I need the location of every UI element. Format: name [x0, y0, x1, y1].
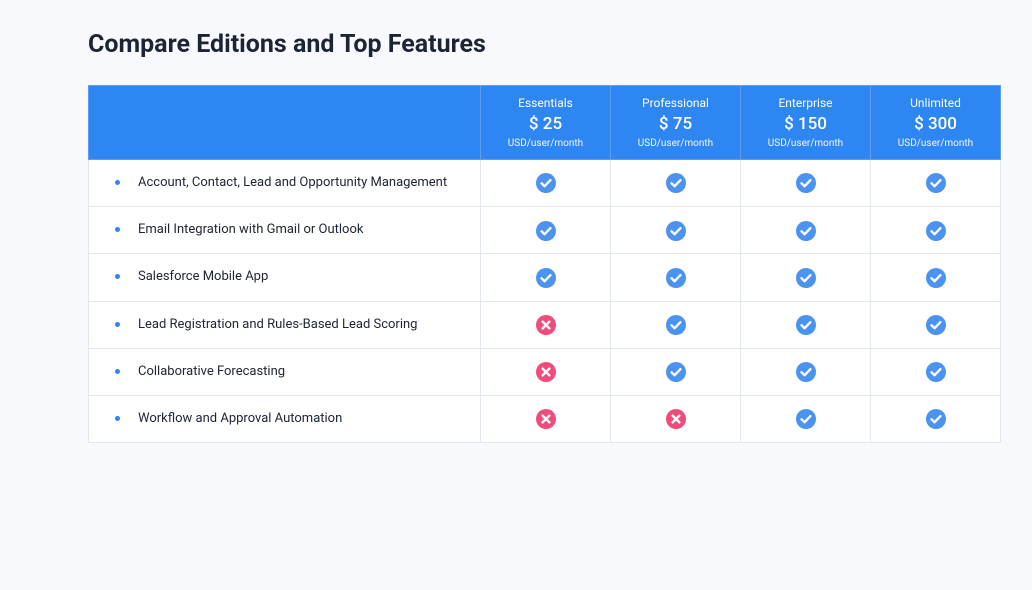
mark-cell — [871, 301, 1001, 348]
plan-unit: USD/user/month — [745, 138, 866, 149]
bullet-icon — [115, 180, 120, 185]
checkmark-icon — [926, 268, 946, 288]
plan-name: Enterprise — [745, 96, 866, 110]
plan-price: $ 75 — [615, 114, 736, 134]
mark-cell — [481, 395, 611, 442]
mark-cell — [611, 348, 741, 395]
mark-cell — [481, 207, 611, 254]
checkmark-icon — [796, 362, 816, 382]
checkmark-icon — [926, 362, 946, 382]
checkmark-icon — [926, 173, 946, 193]
feature-cell: Collaborative Forecasting — [89, 348, 481, 395]
cross-icon — [536, 362, 556, 382]
feature-label: Email Integration with Gmail or Outlook — [138, 221, 363, 239]
table-header-row: Essentials $ 25 USD/user/month Professio… — [89, 86, 1001, 160]
table-row: Collaborative Forecasting — [89, 348, 1001, 395]
bullet-icon — [115, 416, 120, 421]
mark-cell — [741, 160, 871, 207]
plan-header-enterprise: Enterprise $ 150 USD/user/month — [741, 86, 871, 160]
checkmark-icon — [796, 221, 816, 241]
header-blank — [89, 86, 481, 160]
plan-header-professional: Professional $ 75 USD/user/month — [611, 86, 741, 160]
mark-cell — [871, 348, 1001, 395]
mark-cell — [871, 254, 1001, 301]
mark-cell — [871, 207, 1001, 254]
plan-price: $ 150 — [745, 114, 866, 134]
checkmark-icon — [926, 221, 946, 241]
mark-cell — [871, 395, 1001, 442]
checkmark-icon — [926, 409, 946, 429]
table-row: Salesforce Mobile App — [89, 254, 1001, 301]
feature-cell: Lead Registration and Rules-Based Lead S… — [89, 301, 481, 348]
feature-label: Workflow and Approval Automation — [138, 410, 342, 428]
plan-unit: USD/user/month — [615, 138, 736, 149]
plan-price: $ 300 — [875, 114, 996, 134]
feature-label: Lead Registration and Rules-Based Lead S… — [138, 316, 417, 334]
mark-cell — [741, 207, 871, 254]
comparison-table: Essentials $ 25 USD/user/month Professio… — [88, 85, 1001, 443]
cross-icon — [536, 409, 556, 429]
plan-header-essentials: Essentials $ 25 USD/user/month — [481, 86, 611, 160]
plan-name: Essentials — [485, 96, 606, 110]
bullet-icon — [115, 322, 120, 327]
feature-cell: Email Integration with Gmail or Outlook — [89, 207, 481, 254]
feature-label: Salesforce Mobile App — [138, 268, 268, 286]
feature-cell: Workflow and Approval Automation — [89, 395, 481, 442]
mark-cell — [481, 254, 611, 301]
checkmark-icon — [796, 409, 816, 429]
plan-unit: USD/user/month — [875, 138, 996, 149]
table-row: Account, Contact, Lead and Opportunity M… — [89, 160, 1001, 207]
mark-cell — [611, 254, 741, 301]
mark-cell — [611, 160, 741, 207]
feature-cell: Account, Contact, Lead and Opportunity M… — [89, 160, 481, 207]
mark-cell — [481, 348, 611, 395]
checkmark-icon — [536, 268, 556, 288]
checkmark-icon — [666, 362, 686, 382]
checkmark-icon — [536, 221, 556, 241]
plan-price: $ 25 — [485, 114, 606, 134]
checkmark-icon — [666, 315, 686, 335]
checkmark-icon — [926, 315, 946, 335]
mark-cell — [741, 254, 871, 301]
feature-label: Account, Contact, Lead and Opportunity M… — [138, 174, 447, 192]
bullet-icon — [115, 227, 120, 232]
checkmark-icon — [666, 268, 686, 288]
plan-name: Professional — [615, 96, 736, 110]
checkmark-icon — [666, 173, 686, 193]
feature-cell: Salesforce Mobile App — [89, 254, 481, 301]
mark-cell — [871, 160, 1001, 207]
feature-label: Collaborative Forecasting — [138, 363, 285, 381]
mark-cell — [481, 301, 611, 348]
plan-header-unlimited: Unlimited $ 300 USD/user/month — [871, 86, 1001, 160]
cross-icon — [666, 409, 686, 429]
checkmark-icon — [536, 173, 556, 193]
table-row: Lead Registration and Rules-Based Lead S… — [89, 301, 1001, 348]
cross-icon — [536, 315, 556, 335]
mark-cell — [611, 301, 741, 348]
mark-cell — [481, 160, 611, 207]
plan-unit: USD/user/month — [485, 138, 606, 149]
page-title: Compare Editions and Top Features — [88, 30, 972, 59]
checkmark-icon — [796, 173, 816, 193]
checkmark-icon — [796, 315, 816, 335]
checkmark-icon — [666, 221, 686, 241]
table-row: Email Integration with Gmail or Outlook — [89, 207, 1001, 254]
mark-cell — [741, 348, 871, 395]
mark-cell — [611, 395, 741, 442]
mark-cell — [741, 395, 871, 442]
bullet-icon — [115, 274, 120, 279]
table-row: Workflow and Approval Automation — [89, 395, 1001, 442]
mark-cell — [741, 301, 871, 348]
plan-name: Unlimited — [875, 96, 996, 110]
checkmark-icon — [796, 268, 816, 288]
bullet-icon — [115, 369, 120, 374]
mark-cell — [611, 207, 741, 254]
